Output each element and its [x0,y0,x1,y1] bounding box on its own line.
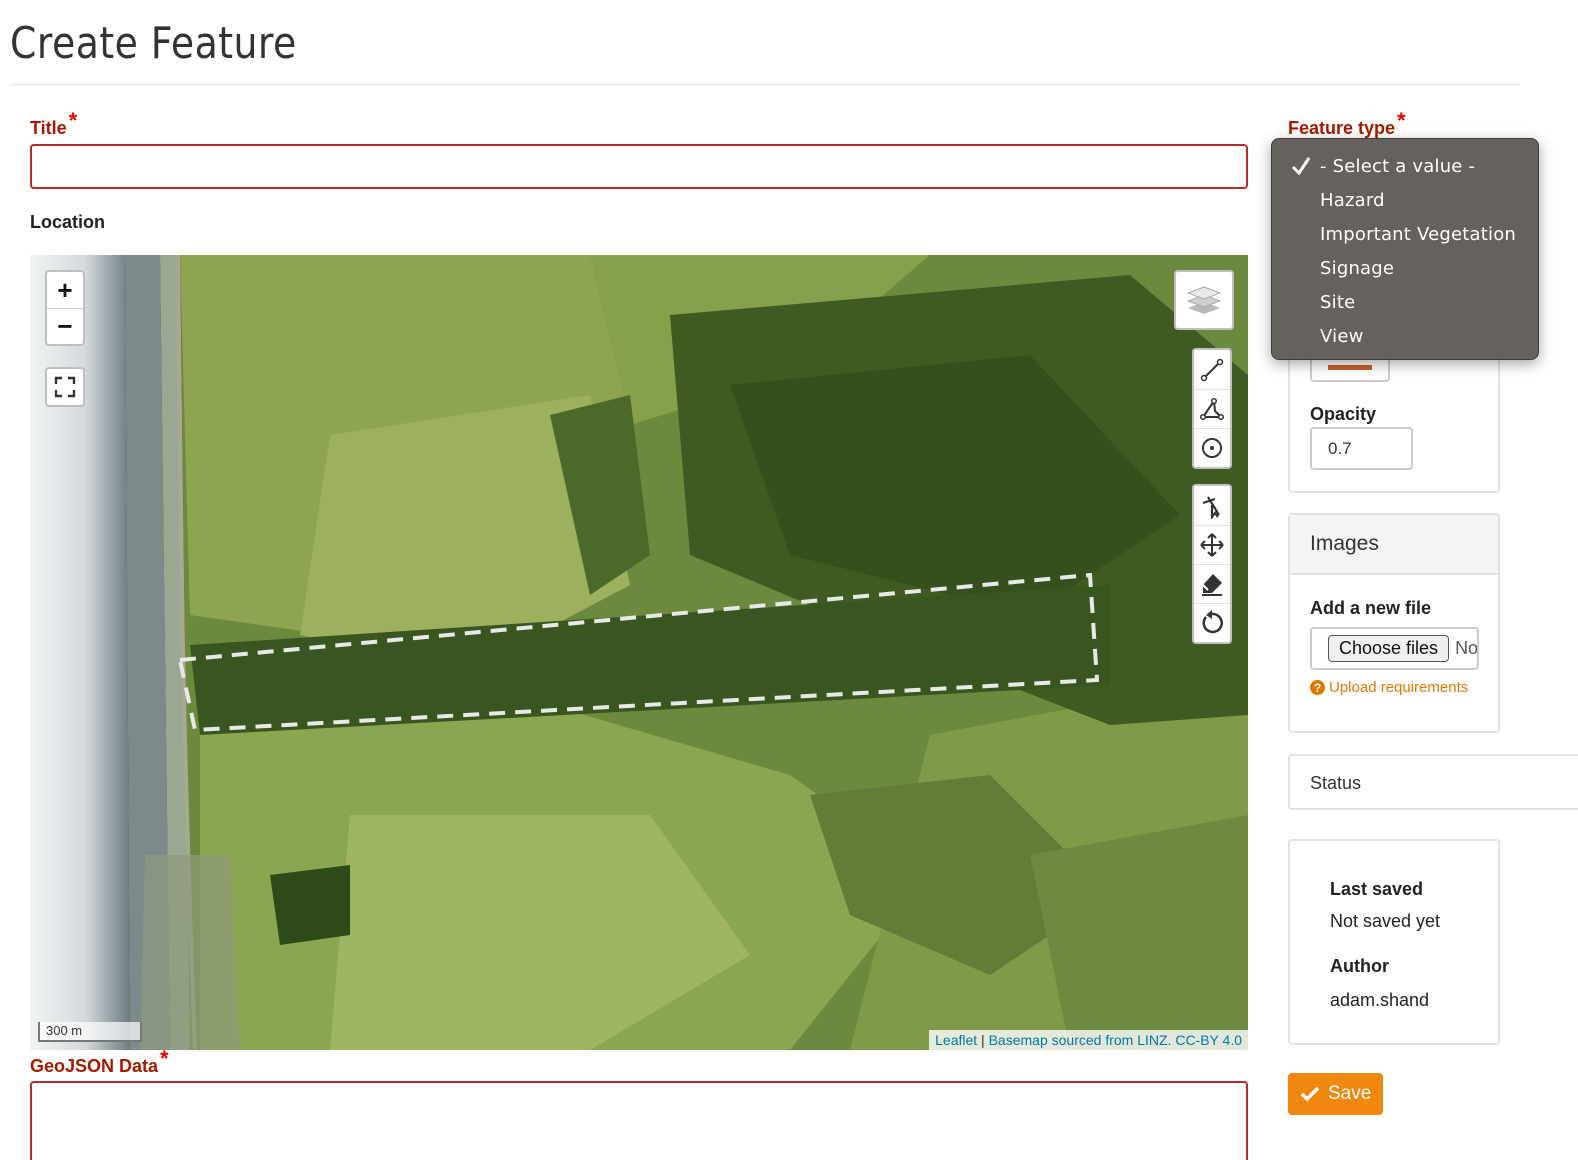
option-signage[interactable]: Signage [1272,251,1538,285]
rotate-icon [1202,610,1223,634]
draw-polyline-icon [1200,358,1224,381]
zoom-control: + − [45,270,85,346]
draw-polyline-button[interactable] [1194,350,1230,389]
layers-button[interactable] [1174,270,1234,330]
feature-type-dropdown[interactable]: - Select a value - Hazard Important Vege… [1271,138,1539,360]
option-view[interactable]: View [1272,319,1538,353]
draw-circle-icon [1202,438,1222,458]
draw-marker-button[interactable] [1194,486,1230,525]
map-attribution: Leaflet | Basemap sourced from LINZ. CC-… [929,1030,1248,1050]
choose-files-button[interactable]: Choose files [1328,635,1450,662]
title-label-text: Title [30,118,67,138]
geojson-label-text: GeoJSON Data [30,1056,159,1076]
file-input[interactable]: Choose files No file chosen [1310,627,1479,670]
save-button[interactable]: Save [1288,1073,1383,1115]
author-label: Author [1330,956,1389,976]
upload-requirements-text: Upload requirements [1329,679,1469,696]
rotate-button[interactable] [1194,603,1230,642]
option-select-a-value[interactable]: - Select a value - [1272,149,1538,183]
title-divider [10,84,1520,85]
upload-requirements-link[interactable]: ? Upload requirements [1310,679,1468,696]
option-important-vegetation[interactable]: Important Vegetation [1272,217,1538,251]
option-site[interactable]: Site [1272,285,1538,319]
required-marker: * [1397,108,1406,133]
feature-type-label-text: Feature type [1288,118,1396,138]
location-label: Location [30,212,105,232]
option-hazard[interactable]: Hazard [1272,183,1538,217]
draw-marker-icon [1202,495,1220,519]
title-label: Title* [30,108,77,140]
meta-panel: Last saved Not saved yet Author adam.sha… [1288,839,1500,1045]
option-label: View [1320,325,1364,347]
opacity-label: Opacity [1310,404,1377,424]
draw-circle-button[interactable] [1194,428,1230,467]
edit-toolbar [1192,484,1232,644]
basemap-source-link[interactable]: Basemap sourced from LINZ. CC-BY 4.0 [989,1032,1242,1048]
draw-toolbar [1192,348,1232,469]
save-label: Save [1328,1083,1372,1104]
status-heading: Status [1310,773,1362,793]
zoom-out-button[interactable]: − [47,308,83,344]
no-file-text: No file chosen [1455,638,1479,658]
feature-type-label: Feature type* [1288,108,1406,140]
add-file-label: Add a new file [1310,598,1432,618]
required-marker: * [160,1046,169,1071]
leaflet-link[interactable]: Leaflet [935,1032,977,1048]
last-saved-value: Not saved yet [1330,911,1441,931]
page-title: Create Feature [10,18,297,69]
move-icon [1200,533,1224,557]
help-icon: ? [1310,680,1325,695]
erase-button[interactable] [1194,564,1230,603]
layers-icon [1186,286,1222,314]
fullscreen-button[interactable] [45,367,85,407]
fullscreen-icon [47,369,83,405]
author-value: adam.shand [1330,990,1430,1010]
option-label: Hazard [1320,189,1385,211]
geojson-label: GeoJSON Data* [30,1046,169,1078]
location-map[interactable]: + − 300 m Leaflet | Basemap sourced from… [30,255,1248,1050]
checkmark-icon [1291,157,1311,176]
last-saved-label: Last saved [1330,879,1424,899]
move-button[interactable] [1194,525,1230,564]
images-heading: Images [1290,515,1498,575]
opacity-input[interactable]: 0.7 [1310,427,1413,470]
status-panel[interactable]: Status [1288,754,1578,810]
option-label: - Select a value - [1320,155,1476,177]
check-icon [1300,1086,1320,1102]
option-label: Site [1320,291,1356,313]
attribution-separator: | [977,1032,989,1048]
option-label: Signage [1320,257,1395,279]
scale-bar: 300 m [38,1022,142,1042]
satellite-basemap [30,255,1248,1050]
required-marker: * [68,108,78,133]
erase-icon [1202,574,1222,596]
draw-polygon-icon [1200,397,1224,421]
images-panel: Images Add a new file Choose files No fi… [1288,513,1500,733]
title-input[interactable] [30,144,1248,189]
option-label: Important Vegetation [1320,223,1517,245]
draw-polygon-button[interactable] [1194,389,1230,428]
zoom-in-button[interactable]: + [47,272,83,308]
geojson-textarea[interactable] [30,1081,1248,1160]
